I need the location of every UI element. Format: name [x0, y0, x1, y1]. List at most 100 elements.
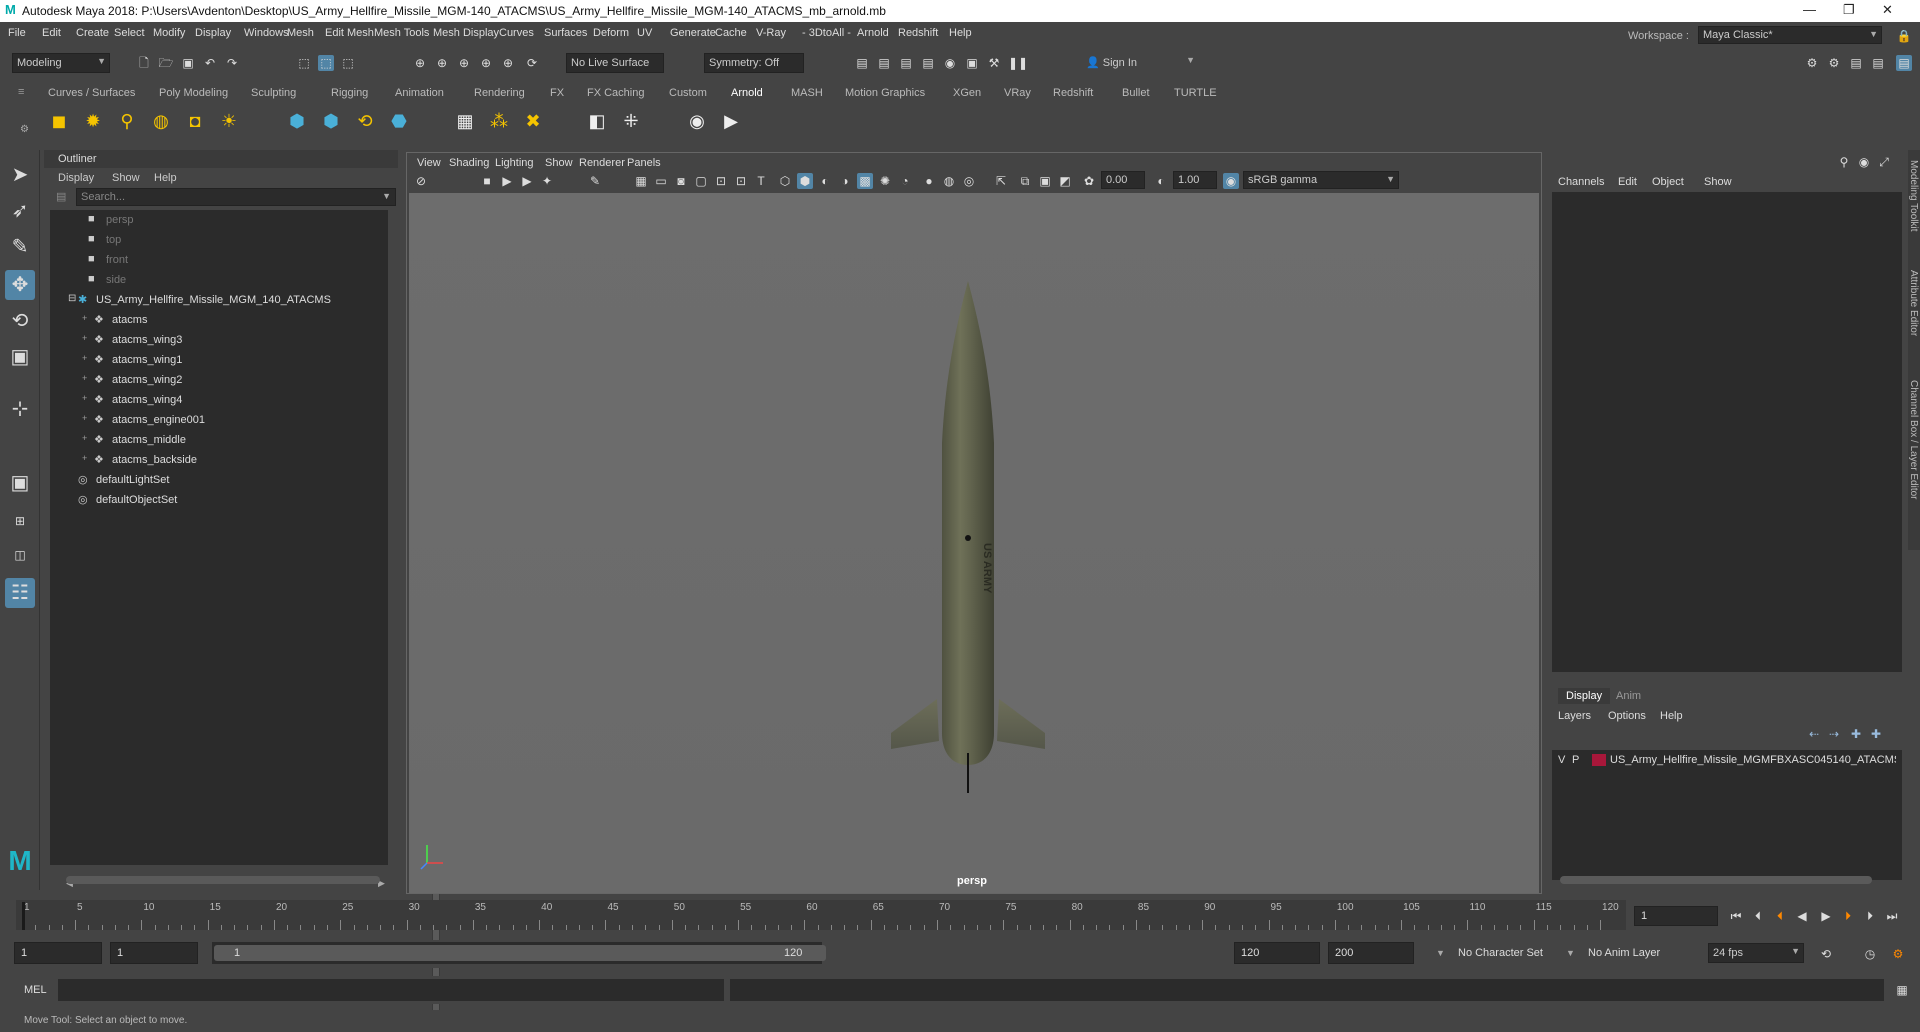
outliner-item-atacms-wing4[interactable]: + ❖ atacms_wing4	[50, 390, 388, 410]
outliner-item-front[interactable]: ■ front	[50, 250, 388, 270]
render-frame-icon[interactable]: ▤	[876, 55, 892, 71]
move-layer-up-icon[interactable]: ⇠	[1806, 726, 1822, 742]
outliner-item-side[interactable]: ■ side	[50, 270, 388, 290]
menu-edit[interactable]: Edit	[42, 27, 61, 39]
color-space-dropdown[interactable]: sRGB gamma ▼	[1243, 171, 1399, 189]
four-view-layout-icon[interactable]: ⊞	[5, 506, 35, 536]
film-gate-icon[interactable]: ▭	[653, 173, 669, 189]
expand-icon[interactable]: +	[82, 333, 87, 343]
smooth-preview-icon[interactable]: ▣	[1037, 173, 1053, 189]
menu-mesh-tools[interactable]: Mesh Tools	[374, 27, 429, 39]
viewport-menu-show[interactable]: Show	[545, 157, 573, 169]
gamma-icon[interactable]: ◐	[1153, 173, 1169, 189]
shelf-tab-arnold[interactable]: Arnold	[731, 87, 763, 99]
expand-icon[interactable]: +	[82, 453, 87, 463]
rotate-tool-icon[interactable]: ⟲	[5, 306, 35, 336]
camera-attributes-icon[interactable]: ■	[479, 173, 495, 189]
layer-visibility-toggle[interactable]: V	[1558, 754, 1565, 766]
layer-menu-layers[interactable]: Layers	[1558, 710, 1591, 722]
select-hierarchy-icon[interactable]: ⬚	[296, 55, 312, 71]
range-slider[interactable]: 1 120	[212, 942, 826, 964]
outliner-item-persp[interactable]: ■ persp	[50, 210, 388, 230]
snap-grid-icon[interactable]: ⊕	[412, 55, 428, 71]
lock-icon[interactable]: 🔒	[1896, 28, 1912, 44]
resolution-gate-icon[interactable]: ◙	[673, 173, 689, 189]
playback-start-field[interactable]: 1	[110, 942, 198, 964]
collapse-icon[interactable]: ⊟	[68, 293, 76, 304]
range-slider-handle[interactable]: 1 120	[214, 945, 826, 961]
side-tab-attribute-editor[interactable]: Attribute Editor	[1908, 270, 1919, 336]
expand-icon[interactable]: +	[82, 393, 87, 403]
expand-icon[interactable]: ⤢	[1876, 154, 1892, 170]
3d-viewport[interactable]: US ARMY persp	[409, 193, 1539, 893]
expand-icon[interactable]: +	[82, 353, 87, 363]
menu-3dtoall[interactable]: - 3DtoAll -	[802, 27, 851, 39]
outliner-item-atacms-wing3[interactable]: + ❖ atacms_wing3	[50, 330, 388, 350]
layer-playback-toggle[interactable]: P	[1572, 754, 1579, 766]
outliner-menu-help[interactable]: Help	[154, 172, 177, 184]
auto-key-icon[interactable]: ◷	[1862, 946, 1878, 962]
menu-curves[interactable]: Curves	[499, 27, 534, 39]
layer-scrollbar[interactable]	[1560, 876, 1872, 884]
outliner-search-input[interactable]: Search... ▼	[76, 188, 396, 206]
shelf-tab-curves-surfaces[interactable]: Curves / Surfaces	[48, 87, 135, 99]
minimize-button[interactable]: —	[1803, 2, 1816, 17]
outliner-horizontal-scrollbar[interactable]	[66, 876, 380, 884]
snap-view-plane-icon[interactable]: ⊕	[478, 55, 494, 71]
maya-home-icon[interactable]: M	[5, 846, 35, 876]
viewport-menu-view[interactable]: View	[417, 157, 441, 169]
textured-icon[interactable]: ◑	[837, 173, 853, 189]
lasso-tool-icon[interactable]: ➶	[5, 196, 35, 226]
close-button[interactable]: ✕	[1882, 2, 1893, 18]
step-back-icon[interactable]: ⏴	[1750, 908, 1766, 924]
use-all-lights-icon[interactable]: ▩	[857, 173, 873, 189]
light-portal-icon[interactable]: ◘	[182, 108, 208, 134]
side-tab-modeling-toolkit[interactable]: Modeling Toolkit	[1908, 160, 1919, 232]
xray-joints-icon[interactable]: ◎	[961, 173, 977, 189]
outliner-item-top[interactable]: ■ top	[50, 230, 388, 250]
select-tool-icon[interactable]: ➤	[5, 160, 35, 190]
shelf-tab-redshift[interactable]: Redshift	[1053, 87, 1093, 99]
step-forward-key-icon[interactable]: ⏵	[1840, 908, 1856, 924]
shelf-settings-icon[interactable]: ⚙	[20, 124, 29, 135]
layout-outliner-icon[interactable]: ▤	[1896, 55, 1912, 71]
curve-collector-icon[interactable]: ⟲	[352, 108, 378, 134]
color-management-icon[interactable]: ◉	[1223, 173, 1239, 189]
volume-icon[interactable]: ⬣	[386, 108, 412, 134]
layer-tab-anim[interactable]: Anim	[1616, 690, 1641, 702]
snap-point-icon[interactable]: ⊕	[456, 55, 472, 71]
channel-settings-icon[interactable]: ◉	[1856, 154, 1872, 170]
start-time-field[interactable]: 1	[14, 942, 102, 964]
shelf-tab-rigging[interactable]: Rigging	[331, 87, 368, 99]
command-input[interactable]	[58, 979, 724, 1001]
safe-title-icon[interactable]: T	[753, 173, 769, 189]
gate-mask-icon[interactable]: ▢	[693, 173, 709, 189]
menu-cache[interactable]: Cache	[715, 27, 747, 39]
isolate-select-icon[interactable]: ●	[921, 173, 937, 189]
chevron-down-icon[interactable]: ▼	[1566, 948, 1575, 958]
menu-uv[interactable]: UV	[637, 27, 652, 39]
shelf-tab-turtle[interactable]: TURTLE	[1174, 87, 1217, 99]
outliner-layout-icon[interactable]: ☷	[5, 578, 35, 608]
shelf-tab-fx[interactable]: FX	[550, 87, 564, 99]
material-collect-icon[interactable]: ⁜	[618, 108, 644, 134]
layer-name[interactable]: US_Army_Hellfire_Missile_MGMFBXASC045140…	[1610, 754, 1896, 766]
menu-edit-mesh[interactable]: Edit Mesh	[325, 27, 374, 39]
layer-color-swatch[interactable]	[1592, 754, 1606, 766]
physical-sky-icon[interactable]: ☀	[216, 108, 242, 134]
history-icon[interactable]: ⟳	[524, 55, 540, 71]
image-plane-icon[interactable]: ▶	[519, 173, 535, 189]
layout-modeling-toolkit-icon[interactable]: ⚙	[1804, 55, 1820, 71]
wireframe-icon[interactable]: ⬡	[777, 173, 793, 189]
layout-channel-box-icon[interactable]: ▤	[1870, 55, 1886, 71]
cursor-icon[interactable]: ⇱	[993, 173, 1009, 189]
menu-display[interactable]: Display	[195, 27, 231, 39]
channel-menu-channels[interactable]: Channels	[1558, 176, 1604, 188]
viewport-menu-lighting[interactable]: Lighting	[495, 157, 534, 169]
skydome-light-icon[interactable]: ◍	[148, 108, 174, 134]
menu-help[interactable]: Help	[949, 27, 972, 39]
current-time-marker[interactable]	[22, 902, 25, 930]
layout-tool-settings-icon[interactable]: ▤	[1848, 55, 1864, 71]
undo-icon[interactable]: ↶	[202, 55, 218, 71]
layer-menu-options[interactable]: Options	[1608, 710, 1646, 722]
